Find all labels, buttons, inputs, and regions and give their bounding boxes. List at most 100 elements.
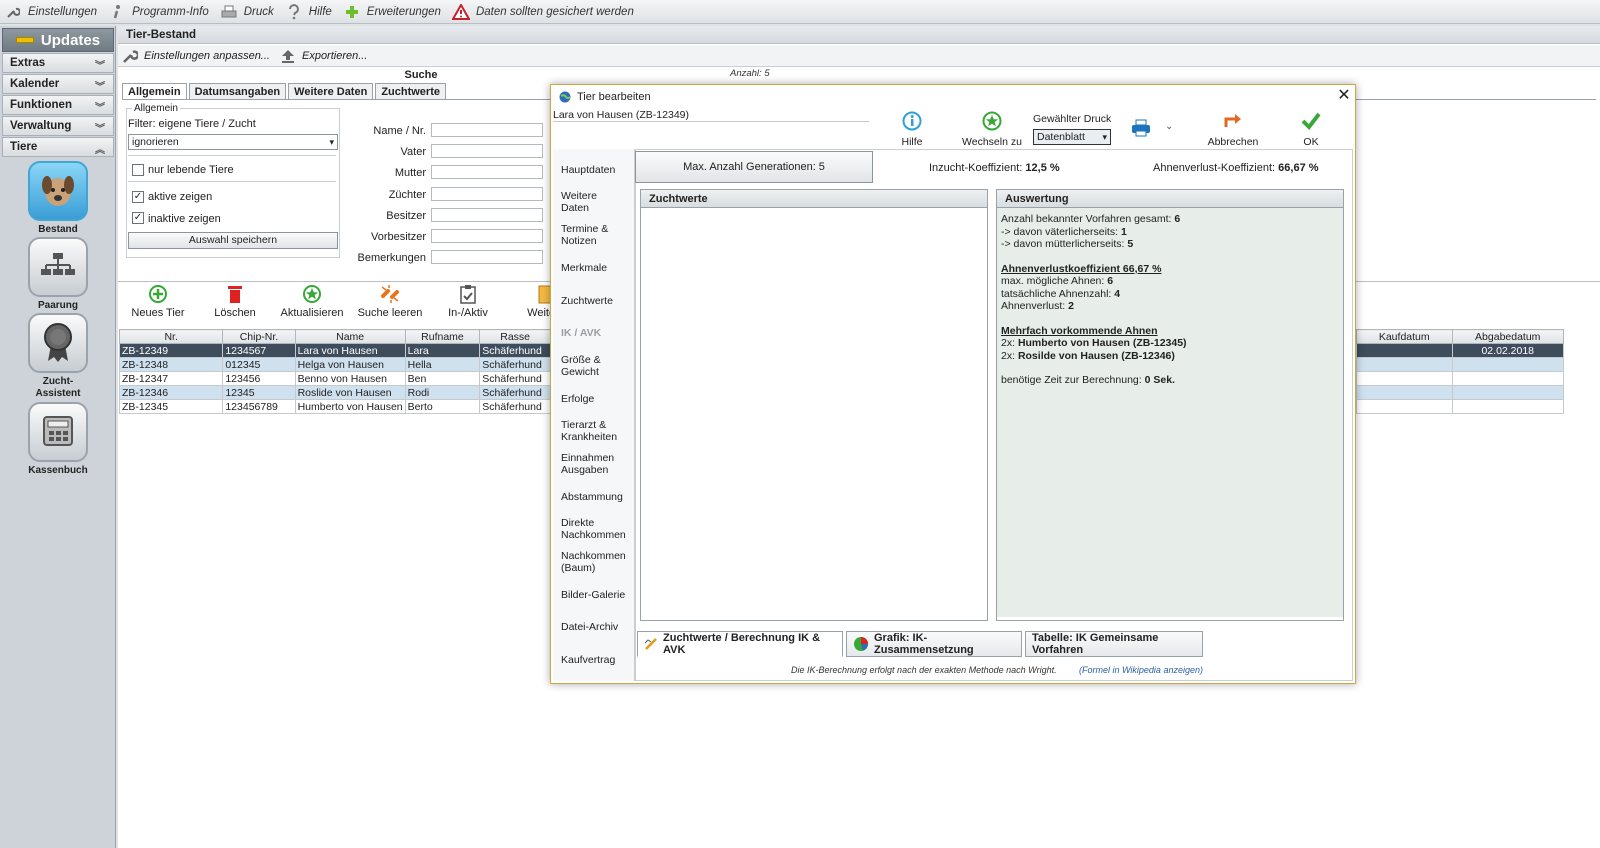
- help-label: Hilfe: [901, 136, 923, 148]
- nav-hauptdaten[interactable]: Hauptdaten: [561, 164, 635, 176]
- table-row[interactable]: [1356, 399, 1564, 414]
- sidebar-cat-tiere[interactable]: Tiere ︽: [2, 137, 114, 157]
- settings-button[interactable]: Einstellungen anpassen...: [122, 48, 270, 64]
- nav-kaufvertrag[interactable]: Kaufvertrag: [561, 654, 635, 666]
- previous-owner-input[interactable]: [431, 229, 543, 243]
- nav-nachkommen-baum[interactable]: Nachkommen (Baum): [561, 550, 635, 574]
- show-inactive-checkbox[interactable]: ✓: [132, 212, 144, 224]
- animal-table-right: Kaufdatum Abgabedatum 02.02.2018: [1356, 329, 1564, 414]
- app-kassenbuch-button[interactable]: [28, 402, 88, 462]
- tab-tabelle-ik[interactable]: Tabelle: IK Gemeinsame Vorfahren: [1025, 631, 1203, 657]
- tab-zuchtwerte-berechnung[interactable]: Zuchtwerte / Berechnung IK & AVK: [637, 631, 843, 657]
- question-icon: [285, 3, 303, 21]
- print-select[interactable]: Datenblatt ▾: [1033, 129, 1111, 145]
- col-header[interactable]: Rasse: [479, 329, 551, 344]
- table-row[interactable]: ZB-12349 1234567 Lara von Hausen Lara Sc…: [118, 343, 551, 358]
- nav-merkmale[interactable]: Merkmale: [561, 262, 635, 274]
- nav-groesse-gewicht[interactable]: Größe & Gewicht: [561, 354, 635, 378]
- export-button[interactable]: Exportieren...: [280, 48, 367, 64]
- col-header[interactable]: Rufname: [404, 329, 481, 344]
- table-row[interactable]: [1356, 371, 1564, 386]
- avk-value: 66,67 %: [1278, 162, 1319, 174]
- nav-direkte-nachkommen[interactable]: Direkte Nachkommen: [561, 517, 635, 541]
- app-zucht-assistent-button[interactable]: [28, 313, 88, 373]
- ok-button[interactable]: OK: [1291, 111, 1331, 148]
- menu-druck[interactable]: Druck: [220, 3, 274, 21]
- maternal-value: 5: [1127, 238, 1134, 250]
- nav-termine-notizen[interactable]: Termine & Notizen: [561, 223, 635, 247]
- table-row[interactable]: 02.02.2018: [1356, 343, 1564, 358]
- table-row[interactable]: [1356, 385, 1564, 400]
- menu-programm-info[interactable]: Programm-Info: [108, 3, 209, 21]
- app-paarung-button[interactable]: [28, 237, 88, 297]
- father-input[interactable]: [431, 144, 543, 158]
- tab-allgemein[interactable]: Allgemein: [122, 83, 187, 100]
- dialog-titlebar[interactable]: Tier bearbeiten: [551, 85, 1355, 109]
- wrench-icon: [122, 48, 138, 64]
- menu-erweiterungen[interactable]: Erweiterungen: [343, 3, 441, 21]
- nav-zuchtwerte[interactable]: Zuchtwerte: [561, 295, 635, 307]
- wrench-icon: [4, 3, 22, 21]
- menu-hilfe[interactable]: Hilfe: [285, 3, 332, 21]
- nav-ik-avk[interactable]: IK / AVK: [561, 327, 635, 339]
- edit-animal-dialog: Tier bearbeiten ✕ Lara von Hausen (ZB-12…: [550, 84, 1356, 684]
- col-header[interactable]: Kaufdatum: [1356, 329, 1453, 344]
- menu-einstellungen[interactable]: Einstellungen: [4, 3, 97, 21]
- mother-input[interactable]: [431, 165, 543, 179]
- nav-abstammung[interactable]: Abstammung: [561, 491, 635, 503]
- help-button[interactable]: Hilfe: [891, 111, 933, 148]
- max-line: max. mögliche Ahnen: 6: [1001, 275, 1339, 288]
- nav-erfolge[interactable]: Erfolge: [561, 393, 635, 405]
- nav-weitere-daten[interactable]: Weitere Daten: [561, 190, 635, 214]
- delete-button[interactable]: Löschen: [200, 284, 270, 319]
- col-header[interactable]: Abgabedatum: [1451, 329, 1564, 344]
- clear-search-button[interactable]: Suche leeren: [355, 284, 425, 319]
- table-row[interactable]: ZB-12345 123456789 Humberto von Hausen B…: [118, 399, 551, 414]
- tab-datumsangaben[interactable]: Datumsangaben: [188, 83, 287, 100]
- only-living-checkbox[interactable]: [132, 164, 144, 176]
- menu-backup-warning[interactable]: Daten sollten gesichert werden: [451, 3, 634, 21]
- avk-readout: Ahnenverlust-Koeffizient: 66,67 %: [1153, 162, 1319, 174]
- table-row[interactable]: ZB-12347 123456 Benno von Hausen Ben Sch…: [118, 371, 551, 386]
- nav-einnahmen[interactable]: Einnahmen Ausgaben: [561, 452, 635, 476]
- col-header[interactable]: Name: [294, 329, 406, 344]
- sidebar-cat-verwaltung[interactable]: Verwaltung ︾: [2, 116, 114, 136]
- app-bestand-button[interactable]: [28, 161, 88, 221]
- updates-button[interactable]: Updates: [2, 28, 114, 52]
- new-animal-button[interactable]: Neues Tier: [123, 284, 193, 319]
- nav-tierarzt[interactable]: Tierarzt & Krankheiten: [561, 419, 635, 443]
- animal-table: Nr. Chip-Nr. Name Rufname Rasse ZB-12349…: [118, 329, 551, 414]
- col-header[interactable]: Chip-Nr.: [222, 329, 296, 344]
- nav-datei-archiv[interactable]: Datei-Archiv: [561, 621, 635, 633]
- toggle-active-button[interactable]: In-/Aktiv: [433, 284, 503, 319]
- multi-prefix: 2x:: [1001, 337, 1016, 349]
- col-header[interactable]: Nr.: [118, 329, 224, 344]
- filter-select[interactable]: ignorieren ▾: [128, 134, 338, 150]
- max-generations-button[interactable]: Max. Anzahl Generationen: 5: [635, 151, 873, 183]
- table-row[interactable]: [1356, 357, 1564, 372]
- tab-weitere-daten[interactable]: Weitere Daten: [288, 83, 374, 100]
- sidebar-cat-kalender[interactable]: Kalender ︾: [2, 74, 114, 94]
- tab-zuchtwerte[interactable]: Zuchtwerte: [375, 83, 446, 100]
- table-row[interactable]: ZB-12348 012345 Helga von Hausen Hella S…: [118, 357, 551, 372]
- auswertung-body: Anzahl bekannter Vorfahren gesamt: 6 -> …: [997, 208, 1343, 617]
- owner-input[interactable]: [431, 208, 543, 222]
- name-input[interactable]: [431, 123, 543, 137]
- tab-grafik-ik[interactable]: Grafik: IK-Zusammensetzung: [846, 631, 1022, 657]
- field-label: Name / Nr.: [373, 125, 426, 137]
- switch-to-button[interactable]: Wechseln zu: [959, 111, 1025, 148]
- nav-bilder-galerie[interactable]: Bilder-Galerie: [561, 589, 635, 601]
- notes-input[interactable]: [431, 250, 543, 264]
- sidebar-cat-funktionen[interactable]: Funktionen ︾: [2, 95, 114, 115]
- table-row[interactable]: ZB-12346 12345 Roslide von Hausen Rodi S…: [118, 385, 551, 400]
- save-selection-button[interactable]: Auswahl speichern: [128, 232, 338, 249]
- chevron-down-icon[interactable]: ⌄: [1165, 121, 1173, 132]
- wikipedia-link[interactable]: (Formel in Wikipedia anzeigen): [1079, 665, 1203, 675]
- sidebar-cat-extras[interactable]: Extras ︾: [2, 53, 114, 73]
- refresh-button[interactable]: Aktualisieren: [277, 284, 347, 319]
- close-icon[interactable]: ✕: [1335, 87, 1353, 105]
- cancel-button[interactable]: Abbrechen: [1203, 111, 1263, 148]
- print-button[interactable]: [1131, 119, 1151, 140]
- breeder-input[interactable]: [431, 187, 543, 201]
- show-active-checkbox[interactable]: ✓: [132, 191, 144, 203]
